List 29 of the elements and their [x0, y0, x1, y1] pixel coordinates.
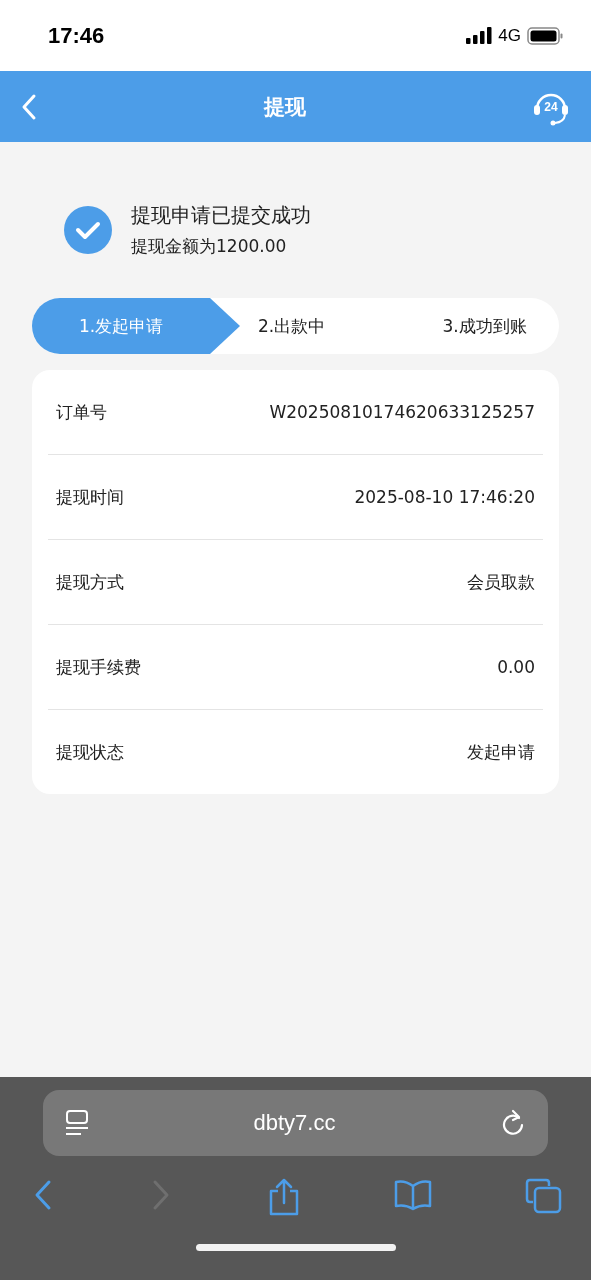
field-value: 会员取款 [467, 570, 535, 594]
address-bar[interactable]: dbty7.cc [43, 1090, 548, 1156]
url-text: dbty7.cc [253, 1110, 336, 1136]
reload-icon[interactable] [500, 1109, 526, 1137]
field-value: W20250810174620633125257 [269, 402, 535, 422]
field-value: 0.00 [497, 657, 535, 677]
field-label: 提现时间 [56, 485, 124, 509]
success-title: 提现申请已提交成功 [131, 202, 311, 229]
book-icon[interactable] [392, 1178, 433, 1212]
step-label: 3.成功到账 [441, 314, 528, 338]
clock-time: 17:46 [48, 22, 105, 49]
signal-icon [466, 27, 493, 44]
field-value: 2025-08-10 17:46:20 [354, 487, 535, 507]
battery-icon [527, 26, 563, 45]
page-title: 提现 [263, 93, 306, 121]
page-menu-icon [65, 1109, 89, 1137]
amount-text: 提现金额为1200.00 [131, 235, 288, 258]
network-label: 4G [498, 25, 521, 46]
check-circle-icon [64, 206, 112, 254]
field-label: 提现方式 [56, 570, 124, 594]
support-button[interactable]: 24 [531, 86, 571, 127]
field-value: 发起申请 [467, 740, 535, 764]
step-label: 2.出款中 [257, 314, 327, 338]
field-label: 提现状态 [56, 740, 124, 764]
tabs-icon[interactable] [525, 1178, 563, 1214]
field-label: 提现手续费 [56, 655, 141, 679]
back-button[interactable] [20, 92, 38, 121]
step-label: 1.发起申请 [32, 298, 240, 354]
field-label: 订单号 [56, 400, 107, 424]
